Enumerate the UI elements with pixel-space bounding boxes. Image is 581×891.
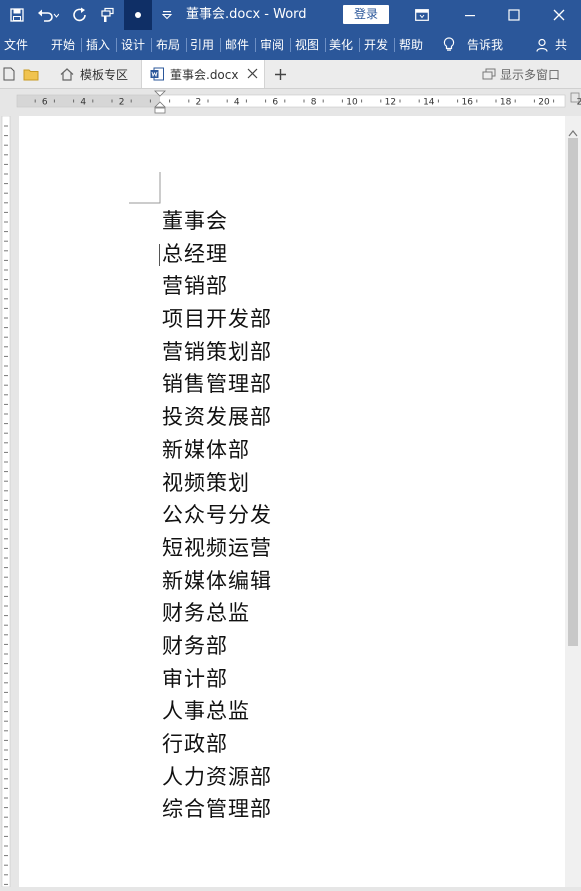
tab-separator bbox=[151, 38, 152, 52]
home-icon bbox=[60, 67, 74, 81]
document-line[interactable]: 财务总监 bbox=[162, 597, 272, 630]
close-icon[interactable] bbox=[544, 0, 574, 30]
save-icon[interactable] bbox=[4, 0, 30, 30]
ruler-label: 2 bbox=[119, 98, 125, 108]
document-line[interactable]: 综合管理部 bbox=[162, 793, 272, 826]
ruler-label: 18 bbox=[500, 98, 512, 108]
multi-window-label: 显示多窗口 bbox=[500, 67, 561, 82]
tab-separator bbox=[394, 38, 395, 52]
document-tab[interactable]: 董事会.docx bbox=[141, 60, 265, 88]
tab-separator bbox=[359, 38, 360, 52]
tab-references[interactable]: 引用 bbox=[190, 30, 214, 60]
tab-home[interactable]: 开始 bbox=[51, 30, 75, 60]
document-line[interactable]: 董事会 bbox=[162, 205, 272, 238]
document-line[interactable]: 财务部 bbox=[162, 630, 272, 663]
document-line[interactable]: 人事总监 bbox=[162, 695, 272, 728]
document-tab-bar: 模板专区 董事会.docx 显示多窗口 bbox=[0, 60, 581, 89]
ruler-label: 2 bbox=[196, 98, 202, 108]
ruler-label: 12 bbox=[385, 98, 396, 108]
open-folder-icon[interactable] bbox=[23, 60, 43, 88]
document-line[interactable]: 审计部 bbox=[162, 663, 272, 696]
ruler-label: 4 bbox=[234, 98, 240, 108]
close-tab-icon[interactable] bbox=[247, 68, 258, 79]
minimize-icon[interactable] bbox=[456, 0, 484, 30]
share-person-icon[interactable] bbox=[534, 30, 552, 60]
format-painter-icon[interactable] bbox=[96, 0, 120, 30]
tab-separator bbox=[220, 38, 221, 52]
tab-design[interactable]: 设计 bbox=[121, 30, 145, 60]
ruler-graphic[interactable]: 642246810121416182022 bbox=[0, 89, 581, 116]
new-document-icon[interactable] bbox=[3, 60, 21, 88]
ribbon-tab-bar: 文件 开始 插入 设计 布局 引用 邮件 审阅 视图 美化 开发 帮助 告诉我 … bbox=[0, 30, 581, 60]
horizontal-ruler[interactable]: 642246810121416182022 bbox=[0, 89, 581, 116]
tab-file[interactable]: 文件 bbox=[4, 30, 28, 60]
document-line[interactable]: 销售管理部 bbox=[162, 368, 272, 401]
ruler-label: 20 bbox=[538, 98, 550, 108]
document-line[interactable]: 投资发展部 bbox=[162, 401, 272, 434]
document-title: 董事会.docx - Word bbox=[186, 7, 307, 22]
tell-me-search[interactable]: 告诉我 bbox=[467, 30, 503, 60]
template-zone-tab[interactable]: 模板专区 bbox=[52, 60, 140, 88]
new-tab-icon[interactable] bbox=[270, 60, 290, 88]
lightbulb-icon[interactable] bbox=[439, 30, 459, 60]
tab-separator bbox=[186, 38, 187, 52]
left-indent-marker bbox=[154, 107, 166, 114]
document-line[interactable]: 公众号分发 bbox=[162, 499, 272, 532]
tab-separator bbox=[255, 38, 256, 52]
ruler-label: 6 bbox=[272, 98, 278, 108]
ruler-label: 16 bbox=[461, 98, 473, 108]
tab-separator bbox=[116, 38, 117, 52]
tab-layout[interactable]: 布局 bbox=[156, 30, 180, 60]
document-body[interactable]: 董事会 总经理 营销部 项目开发部 营销策划部 销售管理部 投资发展部 新媒体部… bbox=[162, 205, 272, 826]
document-line[interactable]: 项目开发部 bbox=[162, 303, 272, 336]
vertical-ruler[interactable] bbox=[0, 115, 12, 888]
document-line[interactable]: 短视频运营 bbox=[162, 532, 272, 565]
document-line[interactable]: 总经理 bbox=[162, 238, 272, 271]
scroll-thumb[interactable] bbox=[568, 138, 578, 646]
tab-separator bbox=[325, 38, 326, 52]
ribbon-display-options-icon[interactable] bbox=[410, 0, 434, 30]
text-cursor-ibeam bbox=[159, 244, 160, 266]
share-button[interactable]: 共 bbox=[555, 30, 567, 60]
tab-insert[interactable]: 插入 bbox=[86, 30, 110, 60]
login-button[interactable]: 登录 bbox=[343, 5, 389, 24]
tab-beautify[interactable]: 美化 bbox=[329, 30, 353, 60]
document-line[interactable]: 营销策划部 bbox=[162, 336, 272, 369]
template-zone-label: 模板专区 bbox=[80, 67, 129, 82]
document-line[interactable]: 新媒体部 bbox=[162, 434, 272, 467]
document-page[interactable]: 董事会 总经理 营销部 项目开发部 营销策划部 销售管理部 投资发展部 新媒体部… bbox=[19, 116, 565, 887]
document-line[interactable]: 营销部 bbox=[162, 270, 272, 303]
multi-window-icon bbox=[482, 68, 496, 80]
touch-mode-button[interactable] bbox=[124, 0, 152, 30]
maximize-icon[interactable] bbox=[500, 0, 528, 30]
document-line[interactable]: 新媒体编辑 bbox=[162, 565, 272, 598]
document-line[interactable]: 人力资源部 bbox=[162, 761, 272, 794]
tab-developer[interactable]: 开发 bbox=[364, 30, 388, 60]
show-multiple-windows-button[interactable]: 显示多窗口 bbox=[482, 60, 578, 88]
document-line[interactable]: 行政部 bbox=[162, 728, 272, 761]
tab-review[interactable]: 审阅 bbox=[260, 30, 284, 60]
tab-help[interactable]: 帮助 bbox=[399, 30, 423, 60]
document-tab-label: 董事会.docx bbox=[170, 67, 239, 82]
redo-icon[interactable] bbox=[68, 0, 92, 30]
ruler-label: 6 bbox=[42, 98, 48, 108]
customize-toolbar-icon[interactable] bbox=[156, 0, 178, 30]
tab-view[interactable]: 视图 bbox=[295, 30, 319, 60]
ruler-label: 10 bbox=[346, 98, 358, 108]
tab-mailings[interactable]: 邮件 bbox=[225, 30, 249, 60]
word-file-icon bbox=[150, 67, 164, 81]
ruler-label: 14 bbox=[423, 98, 435, 108]
ruler-label: 4 bbox=[80, 98, 86, 108]
title-bar: 董事会.docx - Word 登录 bbox=[0, 0, 581, 30]
tab-separator bbox=[290, 38, 291, 52]
tab-separator bbox=[81, 38, 82, 52]
vertical-scrollbar[interactable] bbox=[565, 116, 581, 887]
undo-icon[interactable] bbox=[34, 0, 62, 30]
document-line[interactable]: 视频策划 bbox=[162, 467, 272, 500]
ruler-label: 8 bbox=[311, 98, 317, 108]
